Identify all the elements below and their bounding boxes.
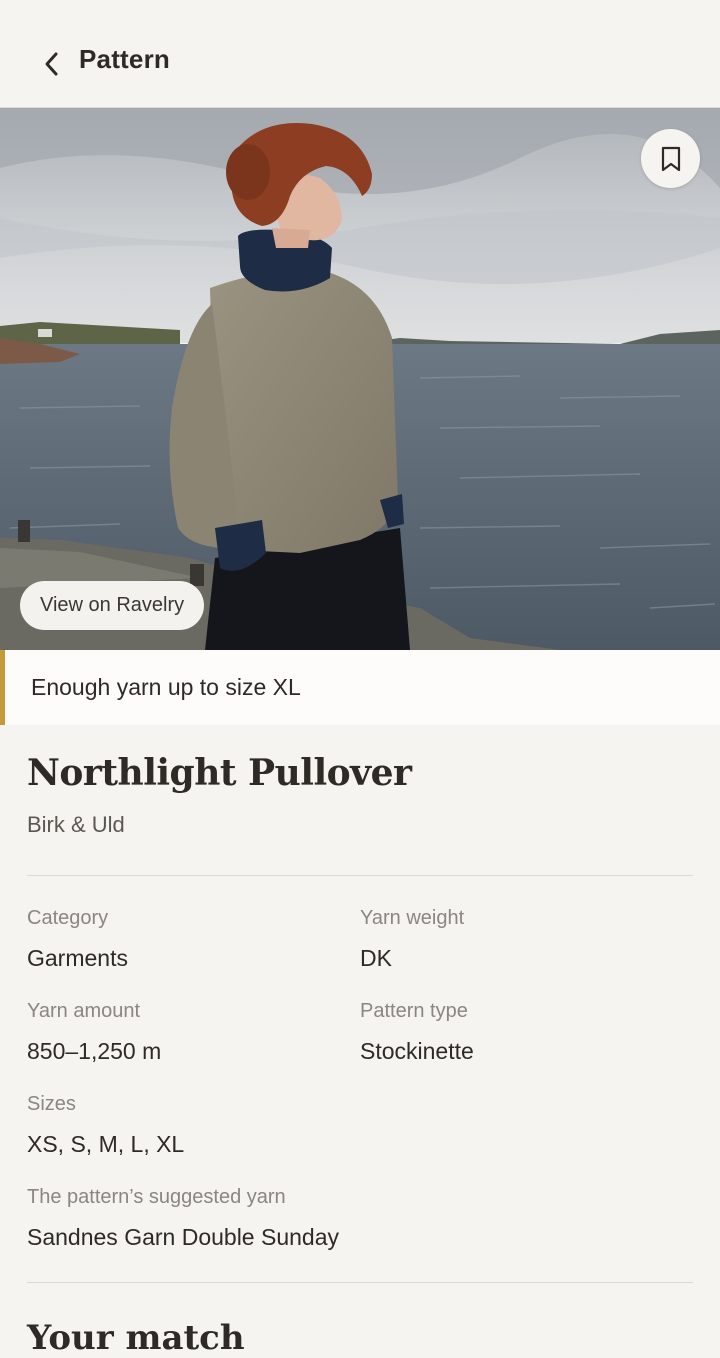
pattern-type-label: Pattern type bbox=[360, 1000, 468, 1022]
suggested-yarn-value: Sandnes Garn Double Sunday bbox=[27, 1224, 339, 1250]
sizes-value: XS, S, M, L, XL bbox=[27, 1131, 185, 1157]
bookmark-icon bbox=[661, 146, 680, 171]
category-label: Category bbox=[27, 907, 109, 929]
page-title: Pattern bbox=[79, 44, 170, 74]
pattern-photo: View on Ravelry bbox=[0, 108, 720, 650]
yarn-amount-label: Yarn amount bbox=[27, 1000, 141, 1022]
pattern-photo-image bbox=[0, 108, 720, 650]
yarn-amount-value: 850–1,250 m bbox=[27, 1038, 162, 1064]
view-on-ravelry-button[interactable]: View on Ravelry bbox=[20, 581, 205, 630]
sizes-label: Sizes bbox=[27, 1093, 76, 1115]
yarn-weight-value: DK bbox=[360, 945, 392, 971]
divider bbox=[27, 1282, 693, 1283]
pattern-designer[interactable]: Birk & Uld bbox=[27, 812, 125, 838]
yarn-weight-label: Yarn weight bbox=[360, 907, 465, 929]
bookmark-button[interactable] bbox=[641, 129, 700, 188]
suggested-yarn-label: The pattern’s suggested yarn bbox=[27, 1186, 286, 1208]
section-heading: Your match bbox=[27, 1318, 245, 1358]
top-app-bar: Pattern bbox=[0, 0, 720, 108]
category-value: Garments bbox=[27, 945, 128, 971]
chevron-left-icon bbox=[45, 52, 58, 76]
yarn-sufficiency-text: Enough yarn up to size XL bbox=[31, 674, 301, 700]
pattern-type-value: Stockinette bbox=[360, 1038, 474, 1064]
pattern-title: Northlight Pullover bbox=[27, 752, 412, 794]
back-button[interactable] bbox=[36, 46, 68, 82]
divider bbox=[27, 875, 693, 876]
yarn-sufficiency-banner: Enough yarn up to size XL bbox=[0, 650, 720, 725]
